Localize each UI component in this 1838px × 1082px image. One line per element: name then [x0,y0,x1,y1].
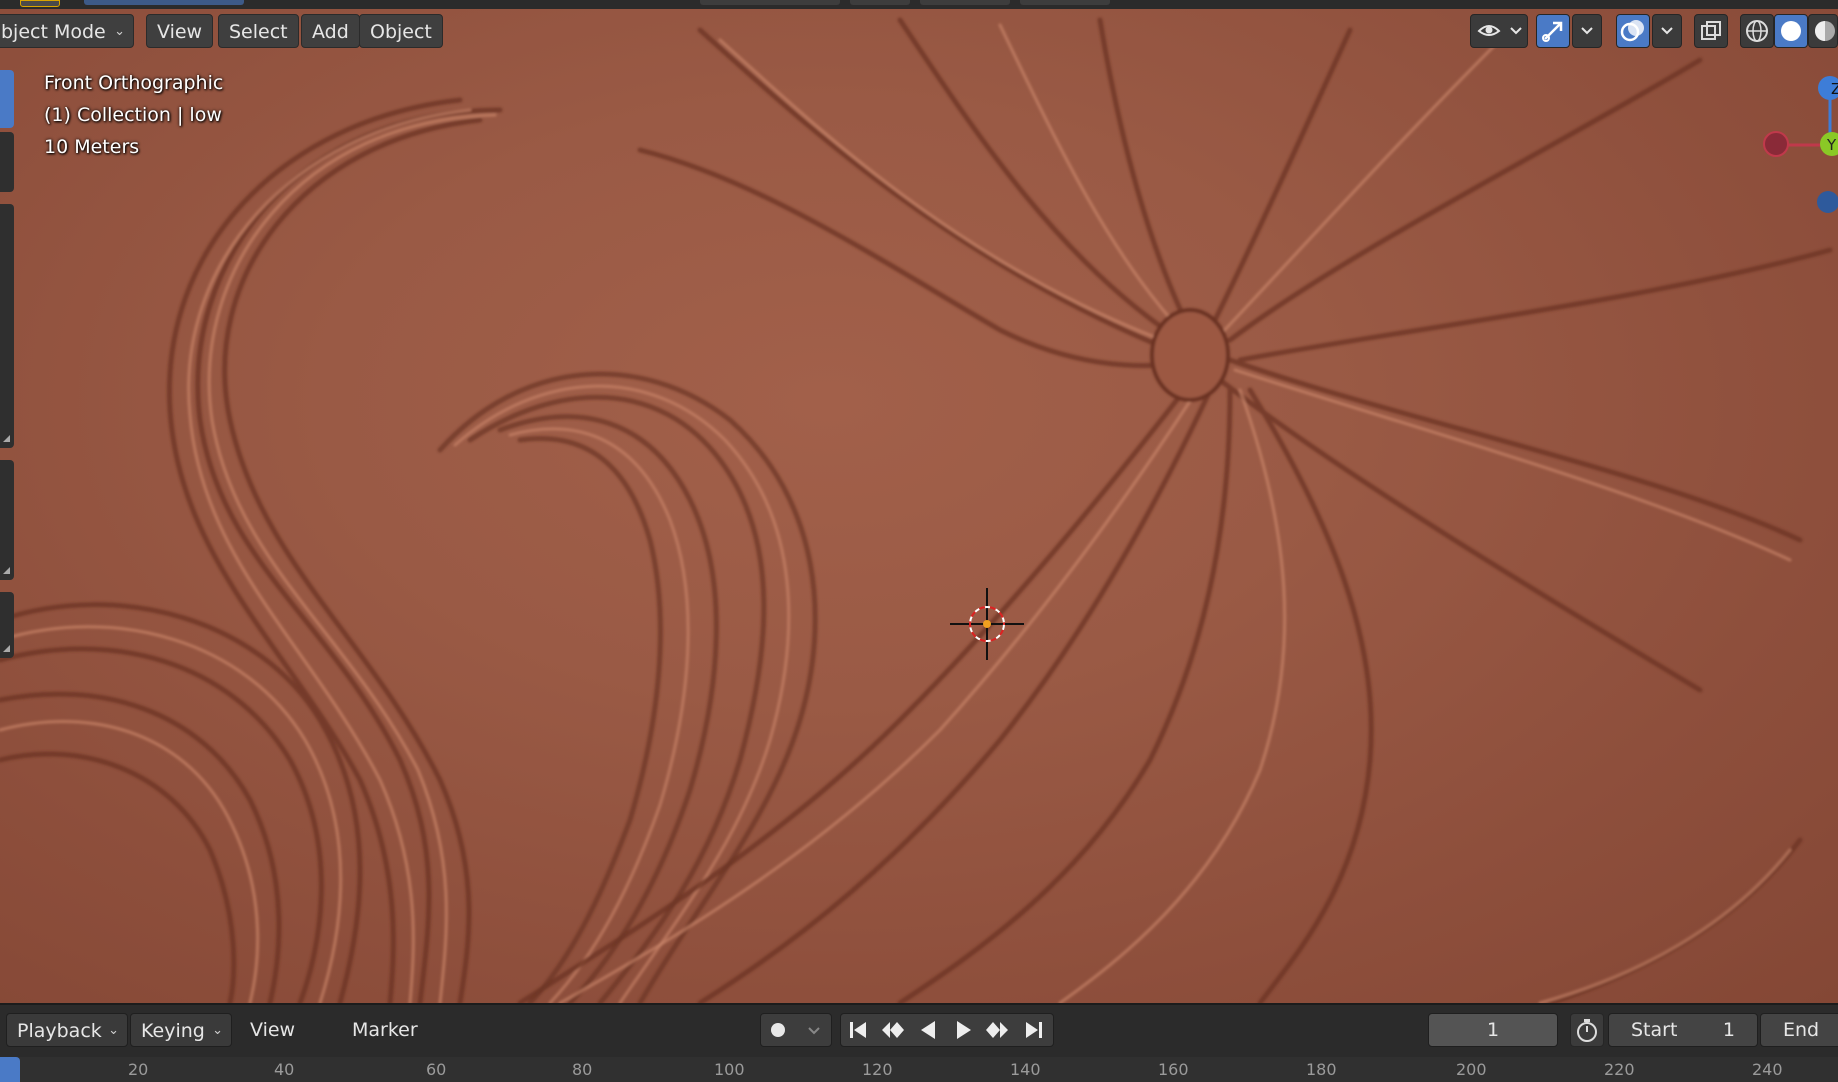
chevron-down-icon [1581,27,1593,35]
toolbar-tab[interactable] [0,592,14,658]
viewport-header: bject Mode ⌄ View Select Add Object [0,14,1838,50]
toolbar-tab[interactable] [0,460,14,580]
expand-triangle-icon [3,567,10,574]
sculpted-relief-surface [0,17,1833,1003]
menu-view[interactable]: View [146,14,214,48]
playback-label: Playback [17,1020,102,1042]
start-frame-field[interactable]: Start 1 [1608,1013,1758,1047]
start-label: Start [1631,1019,1678,1041]
gizmo-dropdown[interactable] [1572,14,1602,48]
mode-dropdown[interactable]: bject Mode ⌄ [0,14,134,48]
navigation-gizmo[interactable]: Z Y [1760,70,1838,220]
ruler-tick: 100 [714,1060,745,1079]
ruler-tick: 20 [128,1060,149,1079]
marker-menu[interactable]: Marker [342,1013,428,1047]
ruler-tick: 200 [1456,1060,1487,1079]
playback-controls [840,1013,1054,1047]
solid-shading-button[interactable] [1774,14,1808,48]
grid-scale: 10 Meters [44,136,140,158]
ruler-tick: 180 [1306,1060,1337,1079]
gizmo-y-label: Y [1826,136,1837,154]
material-shading-icon [1815,21,1835,41]
record-group [760,1013,832,1047]
jump-start-button[interactable] [841,1014,875,1046]
toolbar-tab[interactable] [0,70,14,128]
timeline-header: Playback ⌄ Keying ⌄ View Marker 1 Start … [0,1013,1838,1049]
eye-icon [1477,25,1522,36]
gizmo-toggle[interactable] [1536,14,1570,48]
chevron-down-icon: ⌄ [212,1023,223,1038]
jump-start-icon [850,1022,866,1038]
visibility-toggle[interactable] [1470,14,1528,48]
toolbar-tab[interactable] [0,132,14,192]
solid-shading-icon [1781,21,1801,41]
chevron-down-icon [1661,27,1673,35]
xray-toggle[interactable] [1694,14,1728,48]
timeline-view-menu[interactable]: View [240,1013,305,1047]
play-icon [957,1021,971,1039]
menu-object[interactable]: Object [359,14,443,48]
ruler-tick: 220 [1604,1060,1635,1079]
start-value: 1 [1722,1019,1735,1041]
menu-select[interactable]: Select [218,14,299,48]
overlays-icon [1620,20,1644,42]
ruler-tick: 60 [426,1060,447,1079]
chevron-down-icon [808,1027,820,1035]
menu-add[interactable]: Add [301,14,360,48]
next-keyframe-button[interactable] [981,1014,1015,1046]
overlays-dropdown[interactable] [1652,14,1682,48]
overlays-toggle[interactable] [1616,14,1650,48]
material-shading-button[interactable] [1808,14,1838,48]
prev-keyframe-icon [882,1022,904,1038]
keying-label: Keying [141,1020,205,1042]
stopwatch-button[interactable] [1570,1013,1604,1047]
xray-icon [1701,21,1721,40]
gizmo-icon [1542,21,1563,42]
gizmo-z-label: Z [1831,80,1838,98]
stopwatch-icon [1577,1019,1597,1042]
record-options-dropdown[interactable] [797,1014,831,1046]
end-label: End [1783,1019,1820,1041]
keying-menu[interactable]: Keying ⌄ [130,1013,232,1047]
frame-ruler[interactable]: 20 40 60 80 100 120 140 160 180 200 220 … [0,1057,1838,1082]
play-reverse-icon [921,1021,935,1039]
jump-end-button[interactable] [1017,1014,1051,1046]
record-button[interactable] [761,1014,795,1046]
chevron-down-icon: ⌄ [114,24,125,39]
ruler-tick: 40 [274,1060,295,1079]
timeline-editor: Playback ⌄ Keying ⌄ View Marker 1 Start … [0,1003,1838,1082]
mode-label: bject Mode [1,21,106,43]
play-button[interactable] [947,1014,981,1046]
next-keyframe-icon [986,1022,1008,1038]
ruler-tick: 80 [572,1060,593,1079]
record-icon [771,1023,785,1037]
view-name: Front Orthographic [44,72,224,94]
play-reverse-button[interactable] [911,1014,945,1046]
expand-triangle-icon [3,435,10,442]
end-frame-field[interactable]: End [1760,1013,1838,1047]
ruler-tick: 140 [1010,1060,1041,1079]
playhead-marker[interactable] [0,1057,20,1082]
ruler-tick: 240 [1752,1060,1783,1079]
chevron-down-icon: ⌄ [108,1023,119,1038]
prev-keyframe-button[interactable] [875,1014,909,1046]
collection-info: (1) Collection | low [44,104,222,126]
expand-triangle-icon [3,645,10,652]
3d-viewport[interactable]: bject Mode ⌄ View Select Add Object Fron… [0,0,1838,1003]
jump-end-icon [1026,1022,1042,1038]
toolbar-tab[interactable] [0,204,14,448]
current-frame-field[interactable]: 1 [1428,1013,1558,1047]
ruler-tick: 120 [862,1060,893,1079]
playback-menu[interactable]: Playback ⌄ [6,1013,128,1047]
wireframe-shading-icon [1746,20,1768,42]
wireframe-shading-button[interactable] [1740,14,1774,48]
ruler-tick: 160 [1158,1060,1189,1079]
